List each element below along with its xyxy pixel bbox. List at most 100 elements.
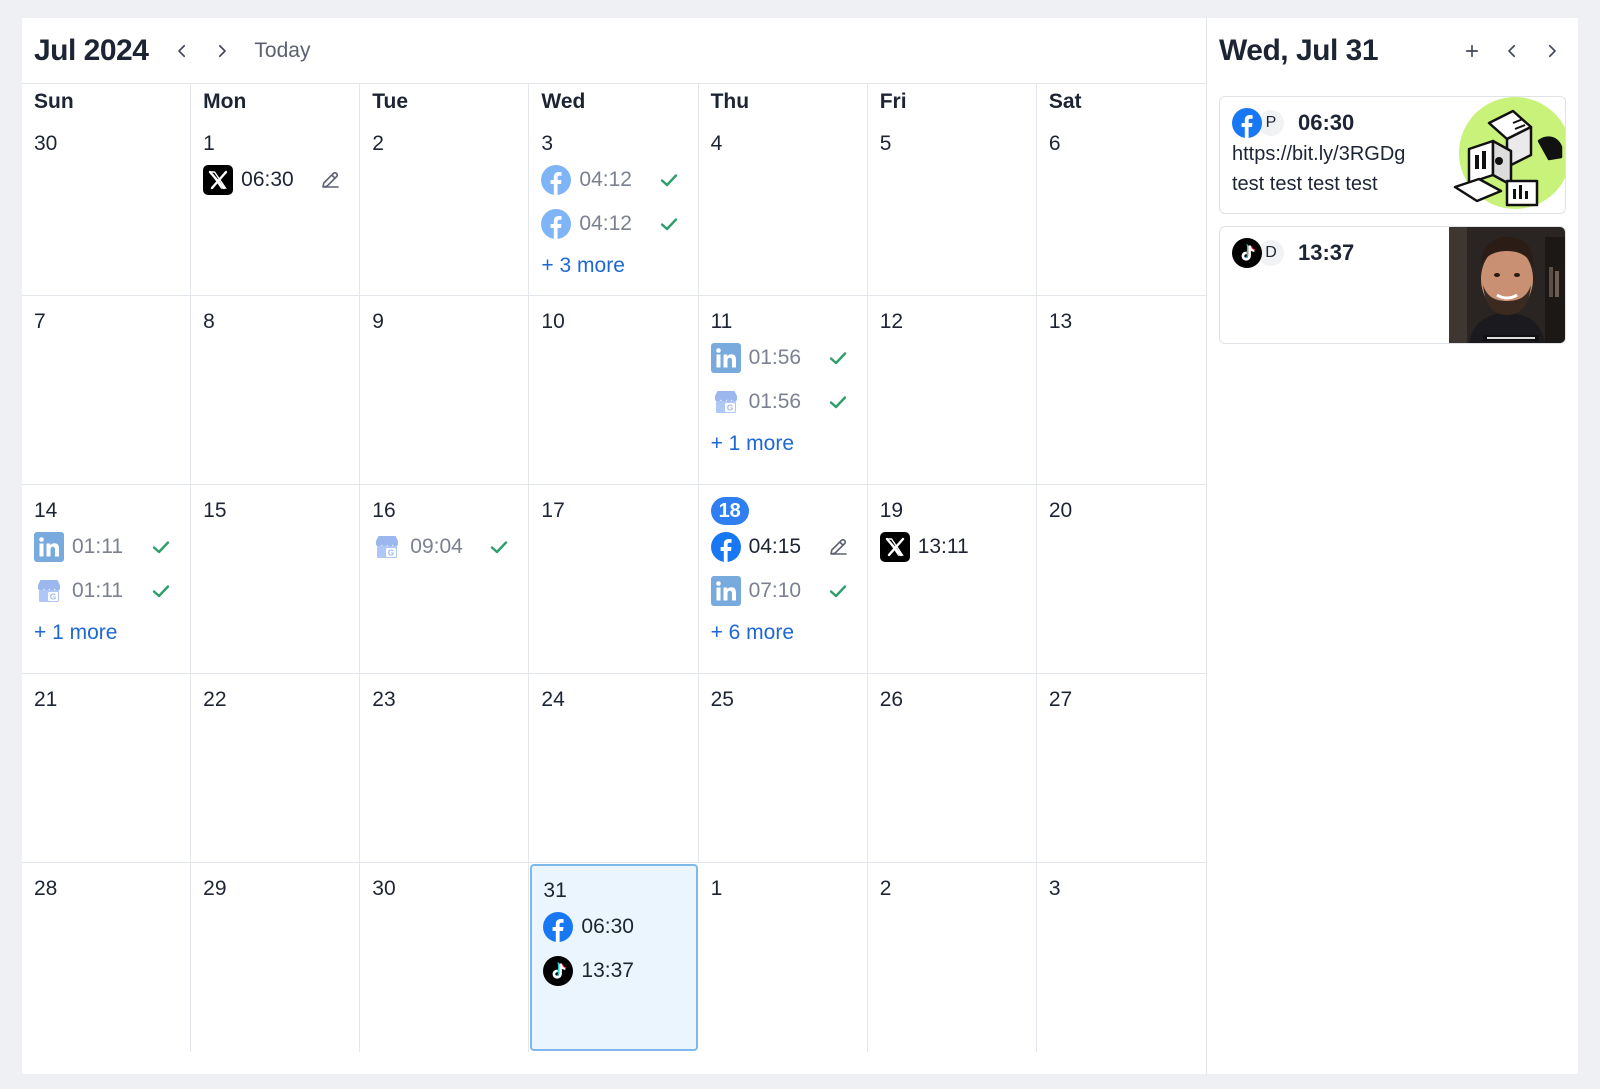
calendar-main: Jul 2024 Today Sun 30 Mon 1 06:30 Tue 2 Wed 3 04:…: [22, 18, 1206, 1074]
post-chip[interactable]: 04:12: [541, 202, 685, 246]
day-number: 15: [203, 499, 227, 522]
day-cell[interactable]: 24: [529, 674, 699, 863]
more-posts-link[interactable]: + 1 more: [34, 613, 178, 653]
post-chip[interactable]: G 09:04: [372, 525, 516, 569]
post-chip[interactable]: 13:11: [879, 525, 1024, 569]
day-cell[interactable]: Thu 4: [698, 84, 868, 296]
card-post-time: 06:30: [1298, 110, 1355, 135]
day-cell[interactable]: 9: [360, 296, 530, 485]
day-number: 3: [541, 132, 554, 155]
prev-day-button[interactable]: [1492, 31, 1532, 71]
day-cell[interactable]: 7: [22, 296, 192, 485]
post-time: 04:12: [579, 168, 632, 191]
day-cell[interactable]: 8: [191, 296, 361, 485]
day-cell[interactable]: Sun 30: [22, 84, 192, 296]
post-chip[interactable]: 07:10: [710, 569, 855, 613]
chevron-right-icon: [219, 44, 227, 57]
next-day-button[interactable]: [1532, 31, 1572, 71]
day-cell[interactable]: 29: [191, 863, 361, 1052]
day-number: 30: [372, 877, 396, 900]
day-cell[interactable]: 3: [1037, 863, 1206, 1052]
post-chip[interactable]: 04:15: [710, 525, 855, 569]
post-chip[interactable]: 13:37: [543, 949, 684, 993]
day-cell[interactable]: 15: [191, 485, 361, 674]
next-month-button[interactable]: [202, 31, 242, 71]
day-cell[interactable]: Mon 1 06:30: [191, 84, 361, 296]
day-number: 22: [203, 688, 227, 711]
card-body: P 06:30 https://bit.ly/3RGDg test test te…: [1220, 97, 1449, 213]
post-chip[interactable]: G 01:56: [711, 380, 855, 424]
x-twitter-icon: [879, 532, 910, 562]
weekday-header: Sat: [1048, 90, 1082, 113]
day-cell[interactable]: 19 13:11: [867, 485, 1037, 674]
day-cell[interactable]: 11 01:56 G 01:56 + 1 more: [698, 296, 868, 485]
post-time: 06:30: [241, 168, 294, 191]
day-cell[interactable]: 10: [529, 296, 699, 485]
day-cell[interactable]: 30: [360, 863, 530, 1052]
day-cell[interactable]: 20: [1036, 485, 1206, 674]
day-number: 31: [543, 879, 567, 902]
more-posts-link[interactable]: + 6 more: [711, 613, 855, 653]
day-cell[interactable]: 12: [867, 296, 1037, 485]
card-body: D 13:37: [1220, 227, 1449, 343]
day-cell[interactable]: 26: [867, 674, 1037, 863]
post-chip[interactable]: 01:11: [34, 525, 178, 569]
day-cell[interactable]: 1: [699, 863, 868, 1052]
sidebar-post-card[interactable]: P 06:30 https://bit.ly/3RGDg test test te…: [1219, 96, 1566, 214]
x-twitter-icon: [203, 165, 234, 195]
linkedin-icon: [710, 343, 741, 373]
day-number: 1: [710, 877, 723, 900]
day-cell[interactable]: 31 06:30 13:37: [530, 864, 698, 1051]
sidebar-header: Wed, Jul 31: [1207, 18, 1578, 84]
day-number: 7: [34, 310, 46, 333]
svg-text:G: G: [388, 549, 394, 558]
post-chip[interactable]: 01:56: [710, 336, 855, 380]
day-cell[interactable]: 14 01:11 G 01:11 + 1 more: [22, 485, 192, 674]
day-number: 13: [1048, 310, 1073, 333]
day-number: 12: [879, 310, 904, 333]
more-posts-link[interactable]: + 3 more: [541, 246, 685, 286]
today-button[interactable]: Today: [254, 39, 310, 63]
day-cell[interactable]: 16 G 09:04: [360, 485, 530, 674]
day-number: 28: [34, 877, 58, 900]
svg-text:G: G: [726, 404, 732, 413]
day-cell[interactable]: 25: [698, 674, 868, 863]
add-post-button[interactable]: [1452, 31, 1492, 71]
day-cell[interactable]: 13: [1036, 296, 1206, 485]
day-number: 20: [1048, 499, 1073, 522]
facebook-icon: [710, 532, 741, 562]
post-chip[interactable]: G 01:11: [34, 569, 178, 613]
day-cell[interactable]: 2: [868, 863, 1037, 1052]
weekday-header: Wed: [541, 90, 586, 113]
post-chip[interactable]: 06:30: [543, 905, 684, 949]
sidebar-post-card[interactable]: D 13:37: [1219, 226, 1566, 344]
day-cell[interactable]: Wed 3 04:12 04:12 + 3 more: [529, 84, 699, 296]
day-cell[interactable]: 21: [22, 674, 192, 863]
post-caption-line: test test test test: [1232, 173, 1378, 195]
day-cell[interactable]: Sat 6: [1036, 84, 1206, 296]
google-business-icon: G: [376, 536, 399, 558]
edit-pencil-icon[interactable]: [827, 536, 849, 558]
day-cell[interactable]: 18 04:15 07:10 + 6 more: [698, 485, 868, 674]
card-header: D 13:37: [1232, 237, 1437, 269]
day-cell[interactable]: 28: [22, 863, 192, 1052]
day-cell[interactable]: Fri 5: [867, 84, 1037, 296]
sidebar-title: Wed, Jul 31: [1219, 34, 1379, 67]
post-chip[interactable]: 04:12: [541, 158, 685, 202]
more-posts-link[interactable]: + 1 more: [711, 424, 855, 464]
day-cell[interactable]: Tue 2: [360, 84, 530, 296]
chevron-left-icon: [1508, 44, 1516, 58]
day-cell[interactable]: 22: [191, 674, 361, 863]
prev-month-button[interactable]: [162, 31, 202, 71]
day-cell[interactable]: 17: [529, 485, 699, 674]
facebook-icon: [1232, 108, 1262, 138]
edit-pencil-icon[interactable]: [319, 169, 341, 191]
post-chip[interactable]: 06:30: [203, 158, 347, 202]
day-cell[interactable]: 27: [1036, 674, 1206, 863]
day-number: 25: [710, 688, 734, 711]
svg-text:G: G: [50, 593, 56, 602]
published-check-icon: [660, 174, 677, 187]
post-caption-line: https://bit.ly/3RGDg: [1232, 143, 1406, 165]
post-time: 07:10: [748, 579, 802, 602]
day-cell[interactable]: 23: [360, 674, 530, 863]
